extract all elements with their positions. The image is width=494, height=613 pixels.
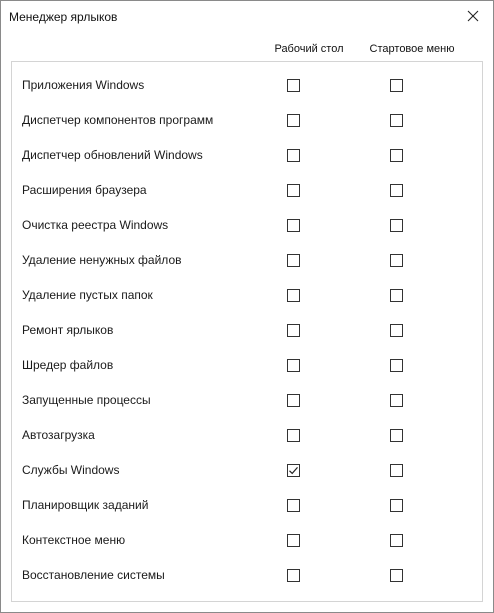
list-item: Запущенные процессы: [12, 382, 482, 417]
start-menu-checkbox[interactable]: [390, 288, 403, 302]
list-item-label: Автозагрузка: [22, 427, 95, 442]
list-item-label: Приложения Windows: [22, 77, 145, 92]
list-item-label: Восстановление системы: [22, 567, 165, 582]
close-icon: [467, 10, 479, 22]
list-item: Диспетчер обновлений Windows: [12, 137, 482, 172]
start-menu-checkbox[interactable]: [390, 568, 403, 582]
desktop-checkbox[interactable]: [287, 393, 300, 407]
start-menu-checkbox[interactable]: [390, 183, 403, 197]
close-button[interactable]: [453, 1, 493, 31]
list-item-label: Планировщик заданий: [22, 497, 149, 512]
start-menu-checkbox[interactable]: [390, 148, 403, 162]
start-menu-checkbox[interactable]: [390, 463, 403, 477]
list-item-label: Очистка реестра Windows: [22, 217, 169, 232]
start-menu-checkbox[interactable]: [390, 533, 403, 547]
list-item-label: Диспетчер компонентов программ: [22, 112, 214, 127]
desktop-checkbox[interactable]: [287, 253, 300, 267]
column-header-desktop: Рабочий стол: [274, 43, 344, 55]
list-item: Приложения Windows: [12, 67, 482, 102]
list-item: Восстановление системы: [12, 557, 482, 592]
start-menu-checkbox[interactable]: [390, 113, 403, 127]
desktop-checkbox[interactable]: [287, 533, 300, 547]
list-item-label: Контекстное меню: [22, 532, 126, 547]
list-item: Удаление пустых папок: [12, 277, 482, 312]
list-item: Службы Windows: [12, 452, 482, 487]
shortcut-manager-window: Менеджер ярлыков Рабочий стол Стартовое …: [0, 0, 494, 613]
start-menu-checkbox[interactable]: [390, 323, 403, 337]
window-title: Менеджер ярлыков: [9, 10, 118, 24]
list-item-label: Удаление ненужных файлов: [22, 252, 182, 267]
desktop-checkbox[interactable]: [287, 498, 300, 512]
list-item: Шредер файлов: [12, 347, 482, 382]
desktop-checkbox[interactable]: [287, 183, 300, 197]
list-item: Удаление ненужных файлов: [12, 242, 482, 277]
desktop-checkbox[interactable]: [287, 463, 300, 477]
desktop-checkbox[interactable]: [287, 148, 300, 162]
list-item: Контекстное меню: [12, 522, 482, 557]
desktop-checkbox[interactable]: [287, 323, 300, 337]
checkmark-icon: [289, 466, 298, 474]
start-menu-checkbox[interactable]: [390, 358, 403, 372]
column-header-start-menu: Стартовое меню: [369, 43, 455, 55]
list-item-label: Расширения браузера: [22, 182, 147, 197]
list-item: Ремонт ярлыков: [12, 312, 482, 347]
list-item-label: Шредер файлов: [22, 357, 114, 372]
list-item: Очистка реестра Windows: [12, 207, 482, 242]
start-menu-checkbox[interactable]: [390, 428, 403, 442]
list-item-label: Ремонт ярлыков: [22, 322, 114, 337]
desktop-checkbox[interactable]: [287, 358, 300, 372]
start-menu-checkbox[interactable]: [390, 253, 403, 267]
list-item: Автозагрузка: [12, 417, 482, 452]
desktop-checkbox[interactable]: [287, 568, 300, 582]
list-item: Расширения браузера: [12, 172, 482, 207]
desktop-checkbox[interactable]: [287, 288, 300, 302]
desktop-checkbox[interactable]: [287, 428, 300, 442]
start-menu-checkbox[interactable]: [390, 498, 403, 512]
list-item-label: Запущенные процессы: [22, 392, 151, 407]
desktop-checkbox[interactable]: [287, 218, 300, 232]
start-menu-checkbox[interactable]: [390, 78, 403, 92]
desktop-checkbox[interactable]: [287, 78, 300, 92]
desktop-checkbox[interactable]: [287, 113, 300, 127]
list-item-label: Удаление пустых папок: [22, 287, 153, 302]
shortcuts-list: Приложения Windows Диспетчер компонентов …: [11, 61, 483, 602]
list-item-label: Службы Windows: [22, 462, 120, 477]
start-menu-checkbox[interactable]: [390, 393, 403, 407]
list-item-label: Диспетчер обновлений Windows: [22, 147, 203, 162]
list-item: Диспетчер компонентов программ: [12, 102, 482, 137]
list-item: Планировщик заданий: [12, 487, 482, 522]
start-menu-checkbox[interactable]: [390, 218, 403, 232]
